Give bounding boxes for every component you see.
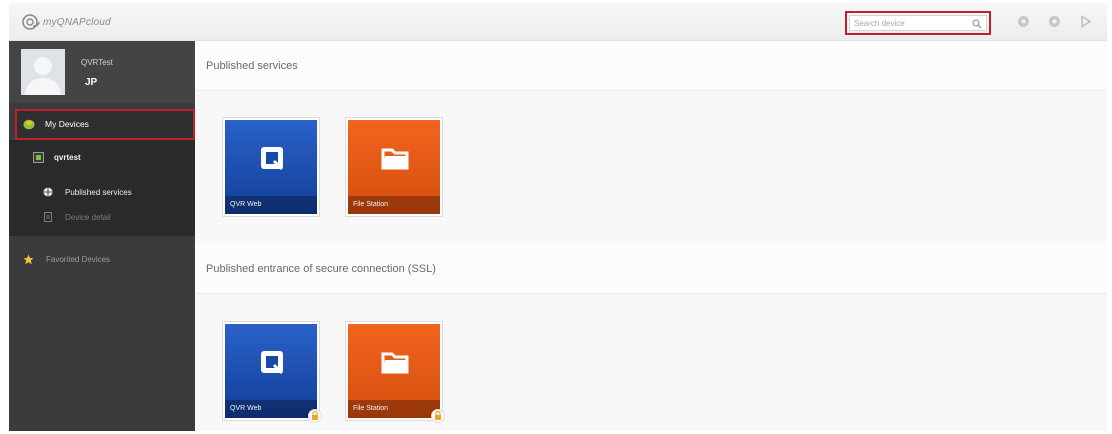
user-name: QVRTest	[81, 58, 113, 67]
document-icon	[44, 212, 52, 222]
section-title: Published services	[206, 60, 298, 72]
sidebar-item-label: Favorited Devices	[46, 254, 111, 264]
sidebar-item-label: Device detail	[65, 212, 111, 222]
tile-label: File Station	[348, 196, 440, 214]
sidebar-item-published-services[interactable]: Published services	[43, 185, 132, 199]
tile-label: QVR Web	[225, 400, 317, 418]
nas-device-icon	[33, 151, 44, 163]
section-title: Published entrance of secure connection …	[206, 263, 436, 275]
app-window: myQNAPcloud Search device QVRTest JP My …	[9, 3, 1107, 431]
tile-label: QVR Web	[225, 196, 317, 214]
user-badge: JP	[85, 77, 98, 88]
tile-label: File Station	[348, 400, 440, 418]
sidebar-item-label: Published services	[65, 187, 132, 197]
logout-icon[interactable]	[1079, 15, 1092, 28]
cloud-logo-icon	[22, 14, 40, 30]
lock-icon	[431, 409, 445, 423]
lock-icon	[308, 409, 322, 423]
device-name: qvrtest	[54, 152, 81, 162]
search-icon[interactable]	[972, 19, 982, 29]
tile-file-station[interactable]: File Station	[345, 117, 443, 217]
folder-icon	[381, 148, 409, 170]
qvr-logo-icon	[261, 147, 284, 171]
devices-icon	[23, 119, 35, 130]
search-field	[849, 15, 987, 31]
globe-icon	[43, 187, 53, 197]
tile-qvr-web[interactable]: QVR Web	[222, 117, 320, 217]
avatar[interactable]	[21, 49, 65, 95]
section-published-services: Published services	[195, 41, 1107, 91]
sidebar-item-device[interactable]: qvrtest	[33, 150, 81, 164]
sidebar: QVRTest JP My Devices qvrtest Published …	[9, 41, 195, 431]
user-silhouette-icon	[21, 49, 65, 95]
logo-text: myQNAPcloud	[43, 16, 111, 28]
sidebar-item-my-devices[interactable]: My Devices	[15, 109, 195, 140]
secure-services-grid: QVR Web File Station	[195, 294, 1107, 431]
help-icon[interactable]	[1017, 15, 1030, 28]
device-submenu: qvrtest Published services Device detail	[9, 140, 195, 236]
star-icon	[23, 254, 34, 264]
search-input[interactable]	[850, 16, 968, 30]
main-content: Published services QVR Web File Station …	[195, 41, 1107, 431]
section-secure-services: Published entrance of secure connection …	[195, 244, 1107, 294]
search-highlight	[845, 11, 991, 35]
settings-icon[interactable]	[1048, 15, 1061, 28]
folder-icon	[381, 352, 409, 374]
sidebar-item-favorited-devices[interactable]: Favorited Devices	[23, 252, 110, 266]
tile-file-station-ssl[interactable]: File Station	[345, 321, 445, 423]
tile-qvr-web-ssl[interactable]: QVR Web	[222, 321, 322, 423]
sidebar-item-device-detail[interactable]: Device detail	[43, 210, 111, 224]
qvr-logo-icon	[261, 351, 284, 375]
sidebar-item-label: My Devices	[45, 119, 89, 129]
logo[interactable]: myQNAPcloud	[21, 12, 111, 32]
user-profile: QVRTest JP	[9, 41, 195, 103]
published-services-grid: QVR Web File Station	[195, 91, 1107, 243]
top-bar: myQNAPcloud	[9, 3, 1107, 41]
